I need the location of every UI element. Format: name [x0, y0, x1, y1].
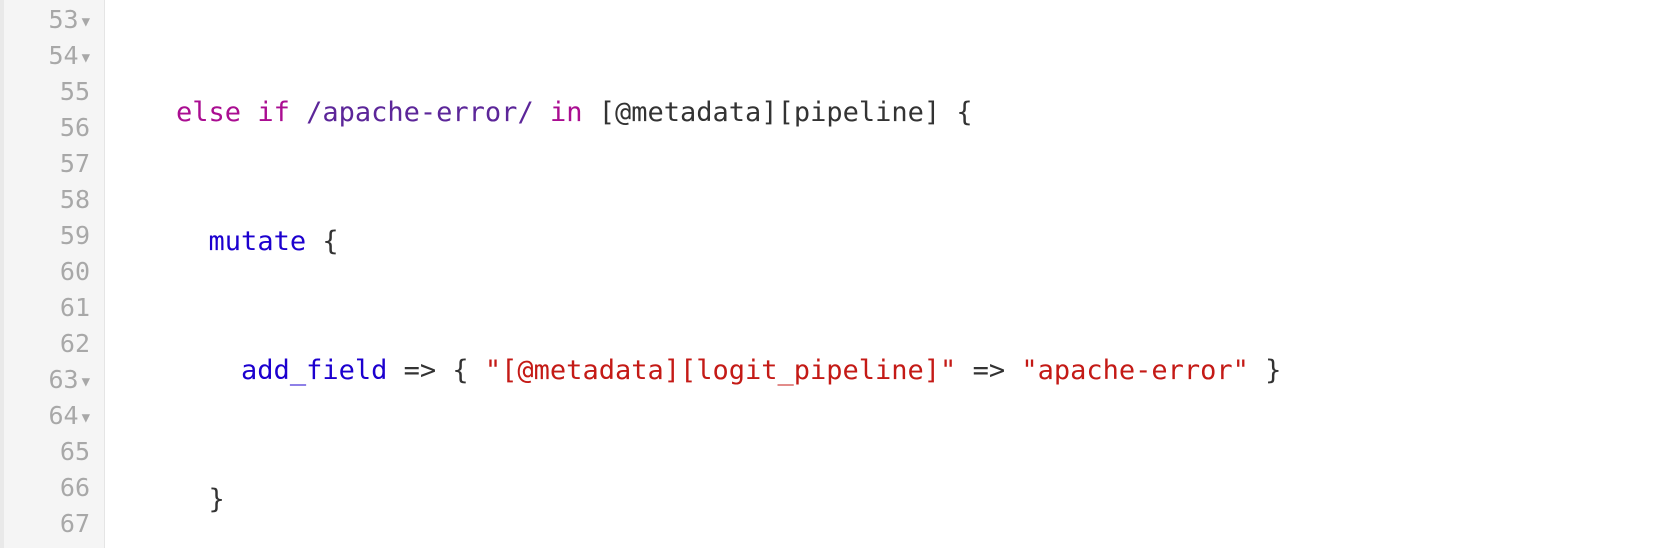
line-number[interactable]: 57 — [4, 146, 104, 182]
fold-icon[interactable]: ▼ — [82, 374, 90, 390]
line-number[interactable]: 64▼ — [4, 398, 104, 434]
line-number[interactable]: 61 — [4, 290, 104, 326]
line-number[interactable]: 58 — [4, 182, 104, 218]
line-number[interactable]: 55 — [4, 74, 104, 110]
line-number[interactable]: 67 — [4, 506, 104, 542]
line-number[interactable]: 59 — [4, 218, 104, 254]
line-number[interactable]: 56 — [4, 110, 104, 146]
line-number[interactable]: 63▼ — [4, 362, 104, 398]
code-editor: 53▼ 54▼ 55 56 57 58 59 60 61 62 63▼ 64▼ … — [0, 0, 1662, 548]
line-number[interactable]: 60 — [4, 254, 104, 290]
code-line[interactable]: else if /apache-error/ in [@metadata][pi… — [111, 95, 1662, 131]
code-area[interactable]: else if /apache-error/ in [@metadata][pi… — [104, 0, 1662, 548]
line-number[interactable]: 54▼ — [4, 38, 104, 74]
line-number[interactable]: 65 — [4, 434, 104, 470]
fold-icon[interactable]: ▼ — [82, 410, 90, 426]
code-line[interactable]: add_field => { "[@metadata][logit_pipeli… — [111, 353, 1662, 389]
fold-icon[interactable]: ▼ — [82, 14, 90, 30]
fold-icon[interactable]: ▼ — [82, 50, 90, 66]
line-number[interactable]: 66 — [4, 470, 104, 506]
code-line[interactable]: } — [111, 482, 1662, 518]
line-number-gutter: 53▼ 54▼ 55 56 57 58 59 60 61 62 63▼ 64▼ … — [0, 0, 104, 548]
line-number[interactable]: 62 — [4, 326, 104, 362]
line-number[interactable]: 53▼ — [4, 2, 104, 38]
code-line[interactable]: mutate { — [111, 224, 1662, 260]
